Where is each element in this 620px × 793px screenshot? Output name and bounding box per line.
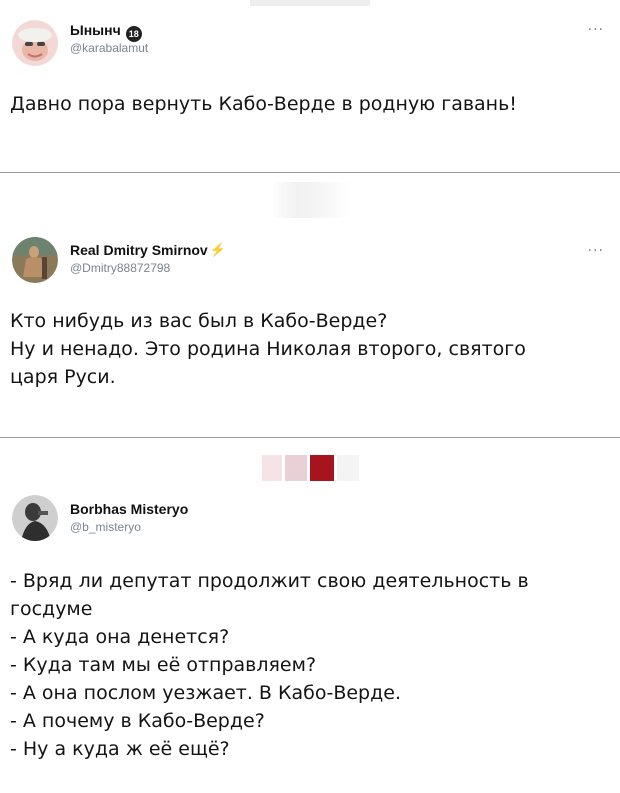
tweet-text-line: Ну и ненадо. Это родина Николая второго,… (10, 338, 526, 360)
more-options-icon[interactable]: ··· (588, 243, 604, 259)
tweet-text-line: - Ну а куда ж её ещё? (10, 738, 230, 760)
divider (0, 172, 620, 173)
tweet-text-line: - Вряд ли депутат продолжит свою деятель… (10, 570, 529, 592)
author-handle[interactable]: @Dmitry88872798 (70, 261, 170, 275)
tweet-3[interactable]: Borbhas Misteryo @b_misteryo - Вряд ли д… (0, 485, 620, 793)
author-name[interactable]: Real Dmitry Smirnov ⚡ (70, 242, 226, 258)
author-name-text[interactable]: Real Dmitry Smirnov (70, 242, 208, 258)
age-badge-icon: 18 (125, 26, 142, 42)
tweet-text-line: госдуме (10, 598, 93, 620)
more-options-icon[interactable]: ··· (588, 22, 604, 38)
blurred-strip (337, 455, 359, 481)
blurred-strip (262, 455, 282, 481)
author-name[interactable]: Ынынч 18 (70, 22, 142, 42)
avatar[interactable] (12, 237, 58, 283)
tweet-2[interactable]: Real Dmitry Smirnov ⚡ @Dmitry88872798 ···… (0, 225, 620, 435)
author-handle[interactable]: @b_misteryo (70, 520, 141, 534)
author-name[interactable]: Borbhas Misteryo (70, 501, 188, 517)
tweet-text-line: - А она послом уезжает. В Кабо-Верде. (10, 682, 401, 704)
tweet-text: Давно пора вернуть Кабо-Верде в родную г… (10, 90, 610, 118)
blurred-strip (285, 455, 307, 481)
author-handle[interactable]: @karabalamut (70, 41, 148, 55)
avatar[interactable] (12, 495, 58, 541)
avatar[interactable] (12, 20, 58, 66)
blurred-strip (270, 182, 350, 218)
tweet-text: - Вряд ли депутат продолжит свою деятель… (10, 567, 610, 763)
tweet-1[interactable]: Ынынч 18 @karabalamut ··· Давно пора верн… (0, 0, 620, 170)
lightning-bolt-icon: ⚡ (209, 242, 226, 257)
tweet-text: Кто нибудь из вас был в Кабо-Верде? Ну и… (10, 307, 610, 391)
tweet-text-line: Кто нибудь из вас был в Кабо-Верде? (10, 310, 388, 332)
divider (0, 437, 620, 438)
tweet-text-line: - Куда там мы её отправляем? (10, 654, 317, 676)
author-name-text[interactable]: Ынынч (70, 22, 121, 38)
tweet-text-line: - А куда она денется? (10, 626, 230, 648)
blurred-strip (310, 455, 334, 481)
tweet-text-line: Давно пора вернуть Кабо-Верде в родную г… (10, 93, 517, 115)
tweet-text-line: - А почему в Кабо-Верде? (10, 710, 265, 732)
tweet-text-line: царя Руси. (10, 366, 116, 388)
